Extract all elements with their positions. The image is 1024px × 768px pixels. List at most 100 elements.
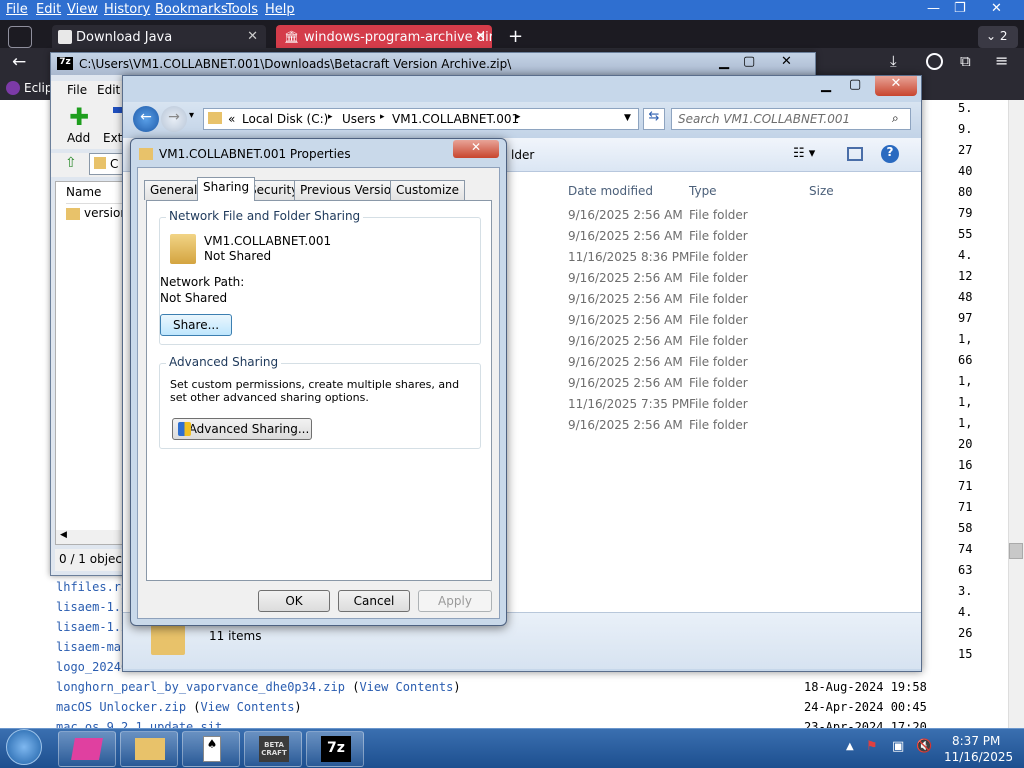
file-link[interactable]: macOS Unlocker.zip <box>56 700 186 714</box>
start-button[interactable] <box>6 729 42 765</box>
taskbar-7zip[interactable]: 7z <box>306 731 364 767</box>
minimize-button[interactable]: — <box>927 1 940 16</box>
taskbar-snake-app[interactable] <box>58 731 116 767</box>
view-contents-link[interactable]: View Contents <box>201 700 295 714</box>
recent-pages-icon[interactable]: ▾ <box>189 110 194 121</box>
download-icon[interactable]: ⤓ <box>890 52 897 70</box>
column-type[interactable]: Type <box>689 184 717 198</box>
column-size[interactable]: Size <box>809 184 834 198</box>
network-icon[interactable]: ▣ <box>892 739 904 754</box>
chevron-right-icon[interactable]: ▸ <box>516 112 521 122</box>
back-arrow-icon[interactable]: ← <box>133 106 159 132</box>
breadcrumb-overflow[interactable]: « <box>228 112 235 126</box>
list-item[interactable]: lisaem-1.2 <box>56 620 128 634</box>
hamburger-menu-icon[interactable]: ≡ <box>995 51 1008 70</box>
advanced-sharing-button[interactable]: Advanced Sharing... <box>172 418 312 440</box>
clock-date[interactable]: 11/16/2025 <box>944 750 1013 764</box>
volume-muted-icon[interactable]: 🔇 <box>916 739 932 754</box>
view-options-icon[interactable]: ☷ ▾ <box>793 146 815 161</box>
file-link[interactable]: mac_os_9.2.1_update.sit <box>56 720 222 728</box>
search-icon[interactable]: ⌕ <box>892 111 899 126</box>
close-button[interactable]: ✕ <box>875 76 917 96</box>
list-item[interactable]: logo_20240 <box>56 660 128 674</box>
folder-up-icon[interactable]: ⇧ <box>65 155 77 171</box>
new-folder-button[interactable]: lder <box>511 148 534 162</box>
file-link[interactable]: lisaem-1.2 <box>56 620 128 634</box>
file-link[interactable]: lhfiles.ra <box>56 580 128 594</box>
menu-edit[interactable]: Edit <box>36 2 61 17</box>
account-icon[interactable] <box>926 53 943 70</box>
menu-bookmarks[interactable]: Bookmarks <box>155 2 228 17</box>
minimize-button[interactable]: ▁ <box>821 78 831 93</box>
file-link[interactable]: longhorn_pearl_by_vaporvance_dhe0p34.zip <box>56 680 345 694</box>
add-button-label[interactable]: Add <box>67 131 90 145</box>
tab-close-icon[interactable]: ✕ <box>475 29 486 44</box>
close-button[interactable]: ✕ <box>781 54 792 69</box>
list-item[interactable]: macOS Unlocker.zip (View Contents) <box>56 700 302 714</box>
clock-time[interactable]: 8:37 PM <box>952 734 1000 748</box>
taskbar: ♠ BETA CRAFT 7z ▲ ⚑ ▣ 🔇 8:37 PM 11/16/20… <box>0 728 1024 768</box>
menu-help[interactable]: Help <box>265 2 295 17</box>
bookmark-eclipse[interactable]: Eclip <box>24 81 52 95</box>
maximize-button[interactable]: ▢ <box>849 77 861 92</box>
list-item[interactable]: lisaem-mas <box>56 640 128 654</box>
close-button[interactable]: ✕ <box>991 1 1002 16</box>
action-center-icon[interactable]: ⚑ <box>866 739 878 754</box>
menu-view[interactable]: View <box>67 2 98 17</box>
help-icon[interactable]: ? <box>881 145 899 163</box>
forward-arrow-icon[interactable]: → <box>161 106 187 132</box>
tab-general[interactable]: General <box>144 180 204 200</box>
file-link[interactable]: lisaem-mas <box>56 640 128 654</box>
taskbar-betacraft[interactable]: BETA CRAFT <box>244 731 302 767</box>
chevron-down-icon: ⌄ <box>986 29 1000 43</box>
taskbar-solitaire[interactable]: ♠ <box>182 731 240 767</box>
refresh-icon[interactable]: ⇆ <box>643 108 665 130</box>
menu-file[interactable]: File <box>67 83 87 97</box>
tab-customize[interactable]: Customize <box>390 180 465 200</box>
extensions-icon[interactable]: ⧉ <box>960 52 971 70</box>
list-item[interactable]: lhfiles.ra <box>56 580 128 594</box>
cancel-button[interactable]: Cancel <box>338 590 410 612</box>
add-icon[interactable]: ✚ <box>69 103 89 131</box>
close-button[interactable]: ✕ <box>453 140 499 158</box>
breadcrumb[interactable]: « Local Disk (C:) ▸ Users ▸ VM1.COLLABNE… <box>203 108 639 130</box>
taskbar-file-explorer[interactable] <box>120 731 178 767</box>
list-item[interactable]: longhorn_pearl_by_vaporvance_dhe0p34.zip… <box>56 680 461 694</box>
tab-overview-icon[interactable] <box>8 26 32 48</box>
tab-close-icon[interactable]: ✕ <box>247 29 258 44</box>
file-link[interactable]: logo_20240 <box>56 660 128 674</box>
chevron-right-icon[interactable]: ▸ <box>328 112 333 122</box>
menu-edit[interactable]: Edit <box>97 83 120 97</box>
chevron-down-icon[interactable]: ▼ <box>624 113 631 123</box>
preview-pane-icon[interactable] <box>847 147 863 161</box>
scroll-left-icon[interactable]: ◀ <box>60 530 67 540</box>
ok-button[interactable]: OK <box>258 590 330 612</box>
search-input[interactable]: Search VM1.COLLABNET.001 ⌕ <box>671 108 911 130</box>
list-item[interactable]: mac_os_9.2.1_update.sit <box>56 720 222 728</box>
breadcrumb-local-disk[interactable]: Local Disk (C:) <box>242 112 328 126</box>
breadcrumb-users[interactable]: Users <box>342 112 376 126</box>
menu-history[interactable]: History <box>104 2 150 17</box>
share-button[interactable]: Share... <box>160 314 232 336</box>
restore-button[interactable]: ❐ <box>954 1 966 16</box>
minimize-button[interactable]: ▁ <box>719 55 729 70</box>
maximize-button[interactable]: ▢ <box>743 54 755 69</box>
breadcrumb-user-folder[interactable]: VM1.COLLABNET.001 <box>392 112 519 126</box>
view-contents-link[interactable]: View Contents <box>359 680 453 694</box>
back-arrow-icon[interactable]: ← <box>12 52 26 72</box>
page-scrollbar[interactable] <box>1008 100 1024 730</box>
tab-list-button[interactable]: ⌄ 2 <box>978 26 1018 48</box>
scrollbar-thumb[interactable] <box>1009 543 1023 559</box>
chevron-right-icon[interactable]: ▸ <box>380 112 385 122</box>
tab-label: windows-program-archive dire <box>304 30 492 45</box>
menu-file[interactable]: File <box>6 2 28 17</box>
show-hidden-icons[interactable]: ▲ <box>846 741 854 752</box>
tab-sharing[interactable]: Sharing <box>197 177 256 201</box>
menu-tools[interactable]: Tools <box>226 2 258 17</box>
apply-button[interactable]: Apply <box>418 590 492 612</box>
file-link[interactable]: lisaem-1.2 <box>56 600 128 614</box>
card-icon: ♠ <box>203 736 221 762</box>
column-date-modified[interactable]: Date modified <box>568 184 653 198</box>
new-tab-button[interactable]: + <box>508 26 523 47</box>
list-item[interactable]: lisaem-1.2 <box>56 600 128 614</box>
